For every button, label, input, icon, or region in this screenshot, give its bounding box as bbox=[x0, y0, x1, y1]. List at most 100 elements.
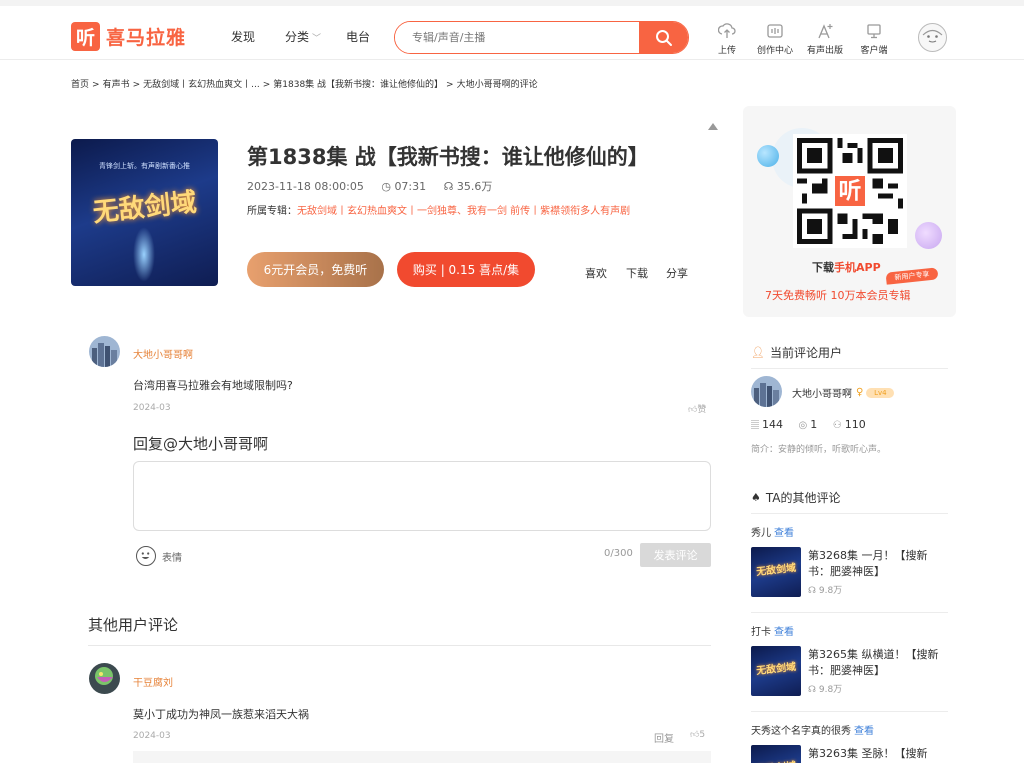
smiley-icon bbox=[136, 546, 156, 566]
emoji-button[interactable]: 表情 bbox=[136, 546, 182, 566]
ta-comment-text-3: 天秀这个名字真的很秀 bbox=[751, 726, 851, 737]
thumbnail-title: 无敌剑域 bbox=[755, 661, 797, 678]
comment-like-button[interactable]: 👍︎赞 bbox=[688, 402, 706, 415]
stat-fans: ⚇ 110 bbox=[833, 418, 866, 431]
download-app-text: 下载手机APP bbox=[812, 259, 881, 275]
tracks-count: 144 bbox=[762, 418, 783, 431]
sidebar-user-name[interactable]: 大地小哥哥啊 ♀︎ Lv4 bbox=[792, 385, 895, 400]
client-button[interactable]: 客户端 bbox=[851, 22, 897, 56]
collapse-up-icon[interactable] bbox=[708, 123, 718, 130]
waveform-icon: 𝄚 bbox=[751, 420, 759, 431]
album-label: 所属专辑： bbox=[247, 206, 297, 217]
episode-plays: 35.6万 bbox=[456, 180, 493, 193]
ta-comment-episode-title[interactable]: 第3263集 圣脉！【搜新 bbox=[808, 746, 948, 762]
submit-comment-button[interactable]: 发表评论 bbox=[640, 543, 711, 567]
font-publish-icon bbox=[818, 24, 833, 39]
album-line: 所属专辑：无敌剑域丨玄幻热血爽文丨一剑独尊、我有一剑 前传丨紫襟领衔多人有声剧 bbox=[247, 202, 630, 217]
plays-count: 9.8万 bbox=[818, 586, 843, 596]
upload-button[interactable]: 上传 bbox=[704, 22, 750, 56]
logo[interactable]: 听 喜马拉雅 bbox=[71, 21, 186, 51]
ta-comment-thumbnail[interactable]: 无敌剑域 bbox=[751, 745, 801, 763]
fans-count: 110 bbox=[844, 418, 866, 431]
qr-code[interactable]: 听 bbox=[793, 134, 907, 248]
view-link[interactable]: 查看 bbox=[774, 528, 794, 539]
album-icon: ◎ bbox=[798, 420, 808, 431]
creator-center-button[interactable]: 创作中心 bbox=[752, 22, 798, 56]
other-comment-reply-button[interactable]: 回复 bbox=[654, 730, 674, 745]
like-button[interactable]: 喜欢 bbox=[585, 265, 607, 281]
plays-count: 9.8万 bbox=[818, 685, 843, 695]
nav-category-label: 分类 bbox=[285, 30, 310, 44]
breadcrumb-album[interactable]: 无敌剑域丨玄幻热血爽文丨... bbox=[143, 80, 260, 90]
user-level-badge: Lv4 bbox=[866, 387, 895, 398]
cover-subtitle: 青锋剑上斩。有声剧新番心推 bbox=[99, 162, 190, 170]
view-link[interactable]: 查看 bbox=[854, 726, 874, 737]
comment-avatar[interactable] bbox=[89, 336, 120, 367]
divider bbox=[88, 645, 711, 646]
level-icon: ♀︎ bbox=[856, 387, 864, 398]
reply-thread-area bbox=[133, 751, 711, 763]
publish-button[interactable]: 有声出版 bbox=[802, 22, 848, 56]
user-icon: 👤︎ bbox=[751, 346, 765, 359]
other-comment-avatar[interactable] bbox=[89, 663, 120, 694]
headphones-icon: ☊ bbox=[808, 586, 819, 596]
nav-discover[interactable]: 发现 bbox=[231, 28, 255, 45]
logo-mark: 听 bbox=[71, 21, 100, 51]
comment-date: 2024-03 bbox=[133, 403, 171, 413]
ta-comment-text: 打卡 查看 bbox=[751, 623, 794, 638]
album-link[interactable]: 无敌剑域丨玄幻热血爽文丨一剑独尊、我有一剑 前传丨紫襟领衔多人有声剧 bbox=[297, 206, 630, 217]
publish-label: 有声出版 bbox=[806, 46, 843, 56]
divider bbox=[751, 612, 948, 613]
episode-title: 第1838集 战【我新书搜：谁让他修仙的】 bbox=[247, 145, 649, 169]
breadcrumb-audiobook[interactable]: 有声书 bbox=[103, 80, 130, 90]
search-input[interactable] bbox=[395, 22, 639, 53]
album-cover[interactable]: 青锋剑上斩。有声剧新番心推 无敌剑域 bbox=[71, 139, 218, 286]
nav-category[interactable]: 分类 ﹀ bbox=[285, 28, 321, 45]
breadcrumb-episode[interactable]: 第1838集 战【我新书搜：谁让他修仙的】 bbox=[273, 80, 443, 90]
nav-radio[interactable]: 电台 bbox=[346, 28, 370, 45]
ta-comment-episode-title[interactable]: 第3265集 纵横道！【搜新书：肥婆神医】 bbox=[808, 647, 948, 679]
ta-comment-thumbnail[interactable]: 无敌剑域 bbox=[751, 646, 801, 696]
ta-comment-plays: ☊ 9.8万 bbox=[808, 682, 842, 695]
creator-label: 创作中心 bbox=[756, 46, 793, 56]
reply-title: 回复@大地小哥哥啊 bbox=[133, 435, 269, 453]
episode-meta: 2023-11-18 08:00:05 ◷ 07:31 ☊ 35.6万 bbox=[247, 178, 492, 194]
view-link[interactable]: 查看 bbox=[774, 627, 794, 638]
monitor-icon bbox=[867, 24, 881, 39]
ta-comment-thumbnail[interactable]: 无敌剑域 bbox=[751, 547, 801, 597]
creator-icon bbox=[767, 24, 783, 38]
sidebar-user-avatar[interactable] bbox=[751, 376, 782, 407]
breadcrumb: 首页 > 有声书 > 无敌剑域丨玄幻热血爽文丨... > 第1838集 战【我新书搜：谁让他… bbox=[71, 80, 538, 90]
other-comment-like-button[interactable]: 👍︎5 bbox=[690, 730, 705, 740]
reply-textarea[interactable] bbox=[133, 461, 711, 531]
ta-comment-episode-title[interactable]: 第3268集 一月！【搜新书：肥婆神医】 bbox=[808, 548, 948, 580]
download-app-link[interactable]: 手机APP bbox=[834, 261, 881, 274]
vip-button[interactable]: 6元开会员，免费听 bbox=[247, 252, 384, 287]
logo-text: 喜马拉雅 bbox=[106, 26, 187, 49]
buy-button[interactable]: 购买 | 0.15 喜点/集 bbox=[397, 252, 535, 287]
other-comments-title: 其他用户评论 bbox=[88, 616, 179, 634]
search-button[interactable] bbox=[639, 22, 688, 53]
comment-like-label: 赞 bbox=[697, 405, 707, 415]
char-counter: 0/300 bbox=[604, 548, 633, 559]
user-avatar[interactable] bbox=[918, 23, 947, 52]
divider bbox=[751, 711, 948, 712]
share-button[interactable]: 分享 bbox=[666, 265, 688, 281]
decor-ball-blue bbox=[757, 145, 779, 167]
avatar-cityscape-icon bbox=[89, 336, 120, 367]
promo-text: 7天免费畅听 10万本会员专辑 bbox=[765, 289, 911, 302]
thumbnail-title: 无敌剑域 bbox=[755, 562, 797, 579]
download-prefix: 下载 bbox=[812, 261, 834, 274]
comment-text: 台湾用喜马拉雅会有地域限制吗? bbox=[133, 379, 293, 392]
episode-date: 2023-11-18 08:00:05 bbox=[247, 180, 364, 193]
other-comment-user-name[interactable]: 干豆腐刘 bbox=[133, 674, 173, 689]
client-label: 客户端 bbox=[860, 46, 888, 56]
svg-text:听: 听 bbox=[839, 179, 862, 205]
comment-user-name[interactable]: 大地小哥哥啊 bbox=[133, 346, 193, 361]
download-button[interactable]: 下载 bbox=[626, 265, 648, 281]
user-stats: 𝄚 144 ◎ 1 ⚇ 110 bbox=[751, 418, 878, 431]
sidebar-user-name-text: 大地小哥哥啊 bbox=[792, 389, 852, 400]
episode-duration: 07:31 bbox=[394, 180, 427, 193]
breadcrumb-home[interactable]: 首页 bbox=[71, 80, 89, 90]
comment-cloud-icon: ♠ bbox=[751, 491, 761, 504]
